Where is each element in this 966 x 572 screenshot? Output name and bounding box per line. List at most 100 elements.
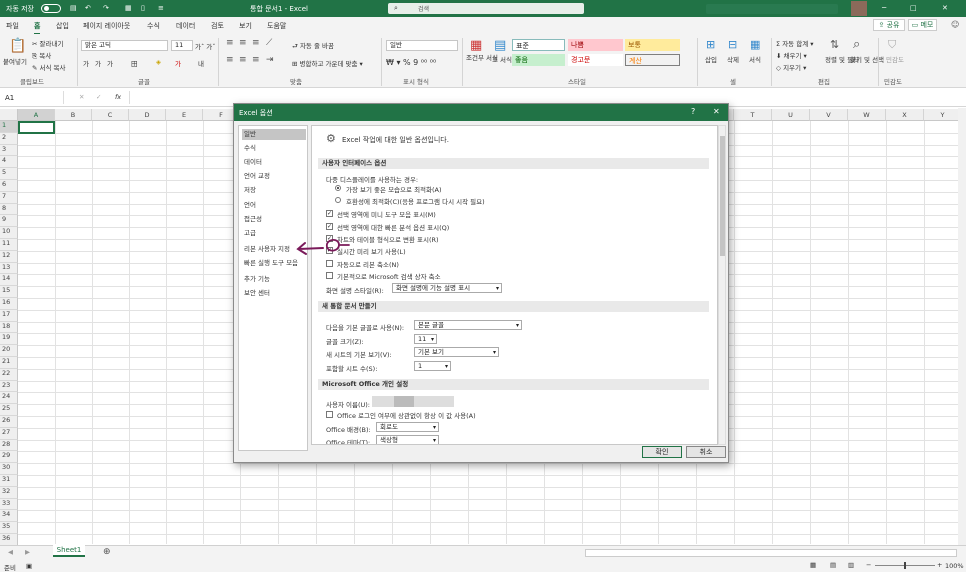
align-center-icon[interactable]: ≡	[239, 55, 247, 65]
sheet-tab-sheet1[interactable]: Sheet1	[53, 545, 85, 557]
find-icon[interactable]: ⌕	[853, 37, 860, 52]
row-header[interactable]: 16	[0, 298, 18, 310]
tab-home[interactable]: 홈	[34, 21, 41, 35]
row-header[interactable]: 31	[0, 475, 18, 487]
prev-sheet-icon[interactable]: ◀	[8, 548, 13, 556]
feedback-icon[interactable]: ☺	[951, 20, 959, 29]
nav-formulas[interactable]: 수식	[242, 143, 306, 154]
align-top-icon[interactable]: ≡	[226, 38, 234, 48]
zoom-out-icon[interactable]: −	[866, 561, 871, 569]
customize-qat-icon[interactable]: ≡	[158, 4, 164, 12]
name-box[interactable]: A1	[2, 91, 64, 104]
zoom-in-icon[interactable]: +	[937, 561, 942, 569]
theme-select[interactable]: 색상형	[376, 435, 439, 444]
underline-icon[interactable]: 가	[107, 58, 113, 68]
number-format-select[interactable]: 일반	[386, 40, 458, 51]
cancel-icon[interactable]: ✕	[79, 93, 84, 101]
tab-file[interactable]: 파일	[6, 21, 19, 31]
font-size-select[interactable]: 11	[171, 40, 193, 51]
tab-insert[interactable]: 삽입	[56, 21, 69, 31]
column-header[interactable]: X	[886, 109, 924, 121]
column-header[interactable]: B	[55, 109, 92, 121]
zoom-level[interactable]: 100%	[945, 562, 964, 570]
merge-center-button[interactable]: ⊞ 병합하고 가운데 맞춤 ▾	[292, 58, 363, 68]
undo-icon[interactable]: ↶	[85, 4, 91, 12]
column-header[interactable]: D	[129, 109, 166, 121]
cut-button[interactable]: ✂ 잘라내기	[32, 38, 63, 48]
insert-cells-button[interactable]: 삽입	[705, 54, 717, 64]
share-button[interactable]: ⇪ 공유	[873, 19, 905, 31]
row-header[interactable]: 26	[0, 416, 18, 428]
format-cells-icon[interactable]: ▦	[750, 38, 760, 51]
row-header[interactable]: 22	[0, 368, 18, 381]
format-table-button[interactable]: 표 서식	[492, 54, 512, 64]
style-neutral[interactable]: 보통	[625, 39, 680, 51]
column-header[interactable]: Y	[924, 109, 962, 121]
row-header[interactable]: 9	[0, 215, 18, 228]
redo-icon[interactable]: ↷	[103, 4, 109, 12]
tab-review[interactable]: 검토	[211, 21, 224, 31]
close-icon[interactable]: ✕	[942, 4, 948, 12]
horizontal-scrollbar[interactable]	[585, 549, 957, 557]
style-calculation[interactable]: 계산	[625, 54, 680, 66]
paste-icon[interactable]: 📋	[9, 38, 26, 54]
insert-cells-icon[interactable]: ⊞	[706, 38, 715, 51]
row-header[interactable]: 2	[0, 132, 18, 145]
help-icon[interactable]: ?	[691, 107, 695, 116]
conditional-format-icon[interactable]: ▦	[470, 38, 482, 53]
nav-language[interactable]: 언어	[242, 200, 306, 211]
font-color-icon[interactable]: 가	[175, 58, 181, 68]
nav-accessibility[interactable]: 접근성	[242, 214, 306, 225]
save-icon[interactable]: ▤	[70, 4, 77, 12]
accounting-icon[interactable]: ₩ ▾ % 9 ⁰⁰ ⁰⁰	[386, 58, 436, 67]
enter-icon[interactable]: ✓	[96, 93, 101, 101]
border-icon[interactable]: 田	[131, 58, 138, 68]
row-header[interactable]: 3	[0, 144, 18, 157]
tab-help[interactable]: 도움말	[267, 21, 286, 31]
row-header[interactable]: 30	[0, 463, 18, 475]
font-size-select[interactable]: 11	[414, 334, 437, 344]
memo-button[interactable]: ▭ 메모	[908, 19, 937, 31]
format-cells-button[interactable]: 서식	[749, 54, 761, 64]
fill-color-icon[interactable]: ◈	[156, 58, 161, 66]
row-header[interactable]: 19	[0, 333, 18, 346]
bold-icon[interactable]: 가	[83, 58, 89, 68]
row-header[interactable]: 13	[0, 262, 18, 275]
tab-page-layout[interactable]: 페이지 레이아웃	[83, 21, 130, 31]
align-middle-icon[interactable]: ≡	[239, 38, 247, 48]
row-header[interactable]: 32	[0, 486, 18, 499]
nav-data[interactable]: 데이터	[242, 157, 306, 168]
format-table-icon[interactable]: ▤	[494, 38, 506, 53]
row-header[interactable]: 11	[0, 239, 18, 251]
tab-view[interactable]: 보기	[239, 21, 252, 31]
accessibility-icon[interactable]: ▣	[26, 562, 32, 570]
copy-button[interactable]: ⎘ 복사	[32, 50, 51, 61]
tab-formulas[interactable]: 수식	[147, 21, 160, 31]
search-box[interactable]: ⌕ 검색	[388, 3, 584, 14]
ok-button[interactable]: 확인	[642, 446, 682, 458]
column-header[interactable]: W	[848, 109, 886, 121]
sensitivity-button[interactable]: 민감도	[886, 54, 904, 64]
autosum-button[interactable]: Σ 자동 합계 ▾	[776, 38, 814, 48]
nav-trust-center[interactable]: 보안 센터	[242, 288, 306, 299]
row-header[interactable]: 33	[0, 498, 18, 511]
row-header[interactable]: 28	[0, 439, 18, 452]
align-right-icon[interactable]: ≡	[252, 55, 260, 65]
next-sheet-icon[interactable]: ▶	[25, 548, 30, 556]
radio-best-appearance[interactable]	[335, 185, 341, 191]
fill-button[interactable]: ⬇ 채우기 ▾	[776, 50, 807, 60]
row-header[interactable]: 10	[0, 227, 18, 239]
add-sheet-icon[interactable]: ⊕	[103, 547, 111, 557]
active-cell[interactable]	[18, 121, 55, 134]
row-header[interactable]: 5	[0, 168, 18, 180]
sensitivity-icon[interactable]: ⛉	[888, 38, 896, 52]
user-account[interactable]	[706, 4, 838, 14]
nav-proofing[interactable]: 언어 교정	[242, 171, 306, 182]
italic-icon[interactable]: 가	[95, 58, 101, 68]
row-header[interactable]: 1	[0, 121, 18, 133]
zoom-slider-thumb[interactable]	[904, 562, 906, 569]
orientation-icon[interactable]: ⟋	[266, 38, 272, 48]
select-all-corner[interactable]	[0, 109, 18, 121]
row-header[interactable]: 7	[0, 191, 18, 204]
page-layout-view-icon[interactable]: ▤	[830, 561, 836, 569]
